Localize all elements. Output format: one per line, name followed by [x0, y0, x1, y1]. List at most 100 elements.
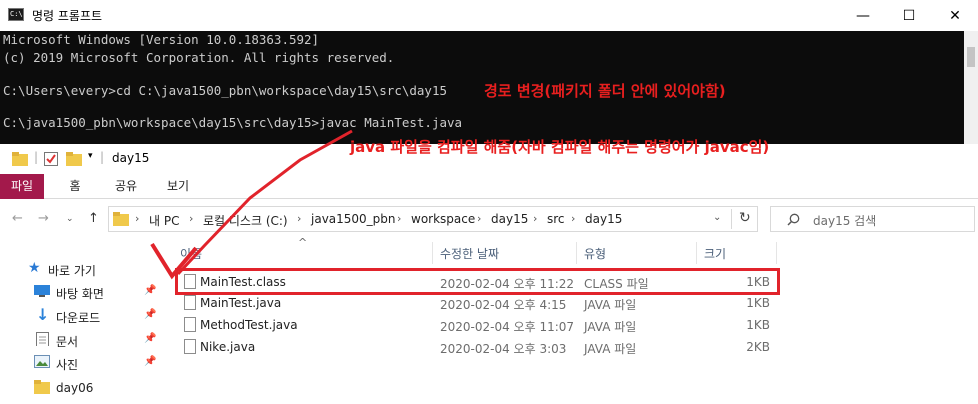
close-button[interactable]: ✕ [932, 0, 978, 31]
file-size: 1KB [746, 296, 770, 310]
chevron-right-icon[interactable]: › [297, 212, 301, 225]
tab-share[interactable]: 공유 [108, 174, 144, 199]
folder-icon [113, 212, 129, 226]
recent-locations-icon[interactable]: ⌄ [66, 214, 74, 224]
nav-item-label: day06 [56, 381, 94, 395]
nav-item-day06[interactable]: day06 [0, 377, 168, 399]
terminal-line: C:\java1500_pbn\workspace\day15\src\day1… [3, 115, 463, 130]
column-header-type[interactable]: 유형 [584, 245, 606, 262]
refresh-icon[interactable]: ↻ [739, 210, 751, 226]
column-header-name[interactable]: 이름 [180, 245, 202, 262]
file-size: 1KB [746, 318, 770, 332]
file-row-methodtest-java[interactable]: MethodTest.java 2020-02-04 오후 11:07 JAVA… [172, 314, 772, 336]
file-icon [184, 295, 196, 310]
file-name: Nike.java [200, 340, 256, 354]
nav-item-pictures[interactable]: 사진 📌 [0, 352, 168, 374]
chevron-right-icon[interactable]: › [135, 212, 139, 225]
breadcrumb-day15[interactable]: day15 [491, 212, 528, 226]
picture-icon [34, 355, 50, 368]
up-arrow-icon[interactable]: ↑ [88, 211, 99, 226]
file-icon [184, 339, 196, 354]
column-header-modified[interactable]: 수정한 날짜 [440, 245, 499, 262]
pin-icon[interactable]: 📌 [144, 333, 156, 344]
nav-item-quick-access[interactable]: ★ 바로 가기 [0, 258, 168, 280]
cmd-titlebar: C:\. 명령 프롬프트 — ☐ ✕ [0, 0, 978, 31]
star-icon: ★ [28, 260, 41, 276]
chevron-right-icon[interactable]: › [571, 212, 575, 225]
minimize-button[interactable]: — [840, 0, 886, 31]
explorer-window-title: day15 [112, 151, 150, 165]
annotation-path-change: 경로 변경(패키지 폴더 안에 있어야함) [484, 82, 726, 100]
folder-icon [12, 152, 28, 166]
chevron-right-icon[interactable]: › [397, 212, 401, 225]
annotation-highlight-box [175, 268, 780, 295]
file-name: MainTest.java [200, 296, 282, 310]
column-divider[interactable] [696, 242, 697, 264]
breadcrumb-my-pc[interactable]: 내 PC [149, 212, 179, 229]
quick-access-dropdown-icon[interactable]: ▾ [88, 151, 93, 161]
search-placeholder: day15 검색 [813, 214, 877, 228]
tab-view[interactable]: 보기 [160, 174, 196, 199]
column-divider[interactable] [432, 242, 433, 264]
chevron-right-icon[interactable]: › [533, 212, 537, 225]
nav-item-label: 문서 [56, 335, 79, 349]
nav-item-documents[interactable]: 문서 📌 [0, 329, 168, 351]
breadcrumb-workspace[interactable]: workspace [411, 212, 475, 226]
properties-icon[interactable] [44, 152, 58, 166]
pin-icon[interactable]: 📌 [144, 285, 156, 296]
document-icon [36, 332, 49, 346]
folder-icon [34, 380, 50, 394]
cmd-app-icon: C:\. [8, 8, 27, 21]
ribbon-tabs: 파일 홈 공유 보기 [0, 174, 978, 199]
nav-item-label: 바탕 화면 [56, 287, 104, 301]
terminal-scrollbar[interactable] [964, 31, 978, 144]
navigation-pane: ★ 바로 가기 바탕 화면 📌 ↓ 다운로드 📌 문서 📌 사진 📌 day06 [0, 239, 168, 404]
file-type: JAVA 파일 [584, 320, 637, 334]
search-input[interactable]: day15 검색 [770, 206, 975, 232]
column-divider[interactable] [776, 242, 777, 264]
terminal-scroll-thumb[interactable] [967, 47, 975, 67]
cmd-window-title: 명령 프롬프트 [32, 9, 103, 23]
annotation-compile-note: java 파일을 컴파일 해줌(자바 컴파일 해주는 명령어가 javac임) [350, 138, 770, 156]
pin-icon[interactable]: 📌 [144, 356, 156, 367]
file-list: ^ 이름 수정한 날짜 유형 크기 MainTest.class 2020-02… [172, 236, 978, 404]
file-type: JAVA 파일 [584, 298, 637, 312]
nav-item-label: 바로 가기 [48, 264, 96, 278]
new-folder-icon[interactable] [66, 152, 82, 166]
chevron-right-icon[interactable]: › [189, 212, 193, 225]
back-arrow-icon[interactable]: ← [12, 211, 23, 226]
desktop-icon [34, 285, 50, 297]
file-row-nike-java[interactable]: Nike.java 2020-02-04 오후 3:03 JAVA 파일 2KB [172, 336, 772, 358]
breadcrumb-src[interactable]: src [547, 212, 565, 226]
chevron-right-icon[interactable]: › [477, 212, 481, 225]
nav-item-downloads[interactable]: ↓ 다운로드 📌 [0, 305, 168, 327]
divider [731, 209, 732, 229]
breadcrumb-day15-current[interactable]: day15 [585, 212, 622, 226]
terminal-line: (c) 2019 Microsoft Corporation. All righ… [3, 50, 395, 65]
tab-file[interactable]: 파일 [0, 174, 44, 199]
breadcrumb-java1500[interactable]: java1500_pbn [311, 212, 396, 226]
separator: | [34, 150, 39, 164]
file-icon [184, 317, 196, 332]
file-size: 2KB [746, 340, 770, 354]
file-row-maintest-java[interactable]: MainTest.java 2020-02-04 오후 4:15 JAVA 파일… [172, 292, 772, 314]
file-modified: 2020-02-04 오후 11:07 [440, 320, 575, 334]
file-modified: 2020-02-04 오후 4:15 [440, 298, 567, 312]
tab-home[interactable]: 홈 [60, 174, 90, 199]
file-type: JAVA 파일 [584, 342, 637, 356]
nav-item-label: 다운로드 [56, 311, 101, 325]
nav-item-desktop[interactable]: 바탕 화면 📌 [0, 281, 168, 303]
breadcrumb-local-disk[interactable]: 로컬 디스크 (C:) [203, 212, 288, 229]
column-header-size[interactable]: 크기 [704, 245, 726, 262]
address-dropdown-icon[interactable]: ⌄ [713, 212, 721, 223]
file-modified: 2020-02-04 오후 3:03 [440, 342, 567, 356]
maximize-button[interactable]: ☐ [886, 0, 932, 31]
forward-arrow-icon[interactable]: → [38, 211, 49, 226]
nav-item-label: 사진 [56, 358, 79, 372]
address-bar[interactable]: › 내 PC › 로컬 디스크 (C:) › java1500_pbn › wo… [108, 206, 758, 232]
search-icon [787, 213, 800, 226]
column-divider[interactable] [576, 242, 577, 264]
terminal-line: Microsoft Windows [Version 10.0.18363.59… [3, 32, 320, 47]
sort-ascending-icon: ^ [298, 236, 308, 249]
pin-icon[interactable]: 📌 [144, 309, 156, 320]
